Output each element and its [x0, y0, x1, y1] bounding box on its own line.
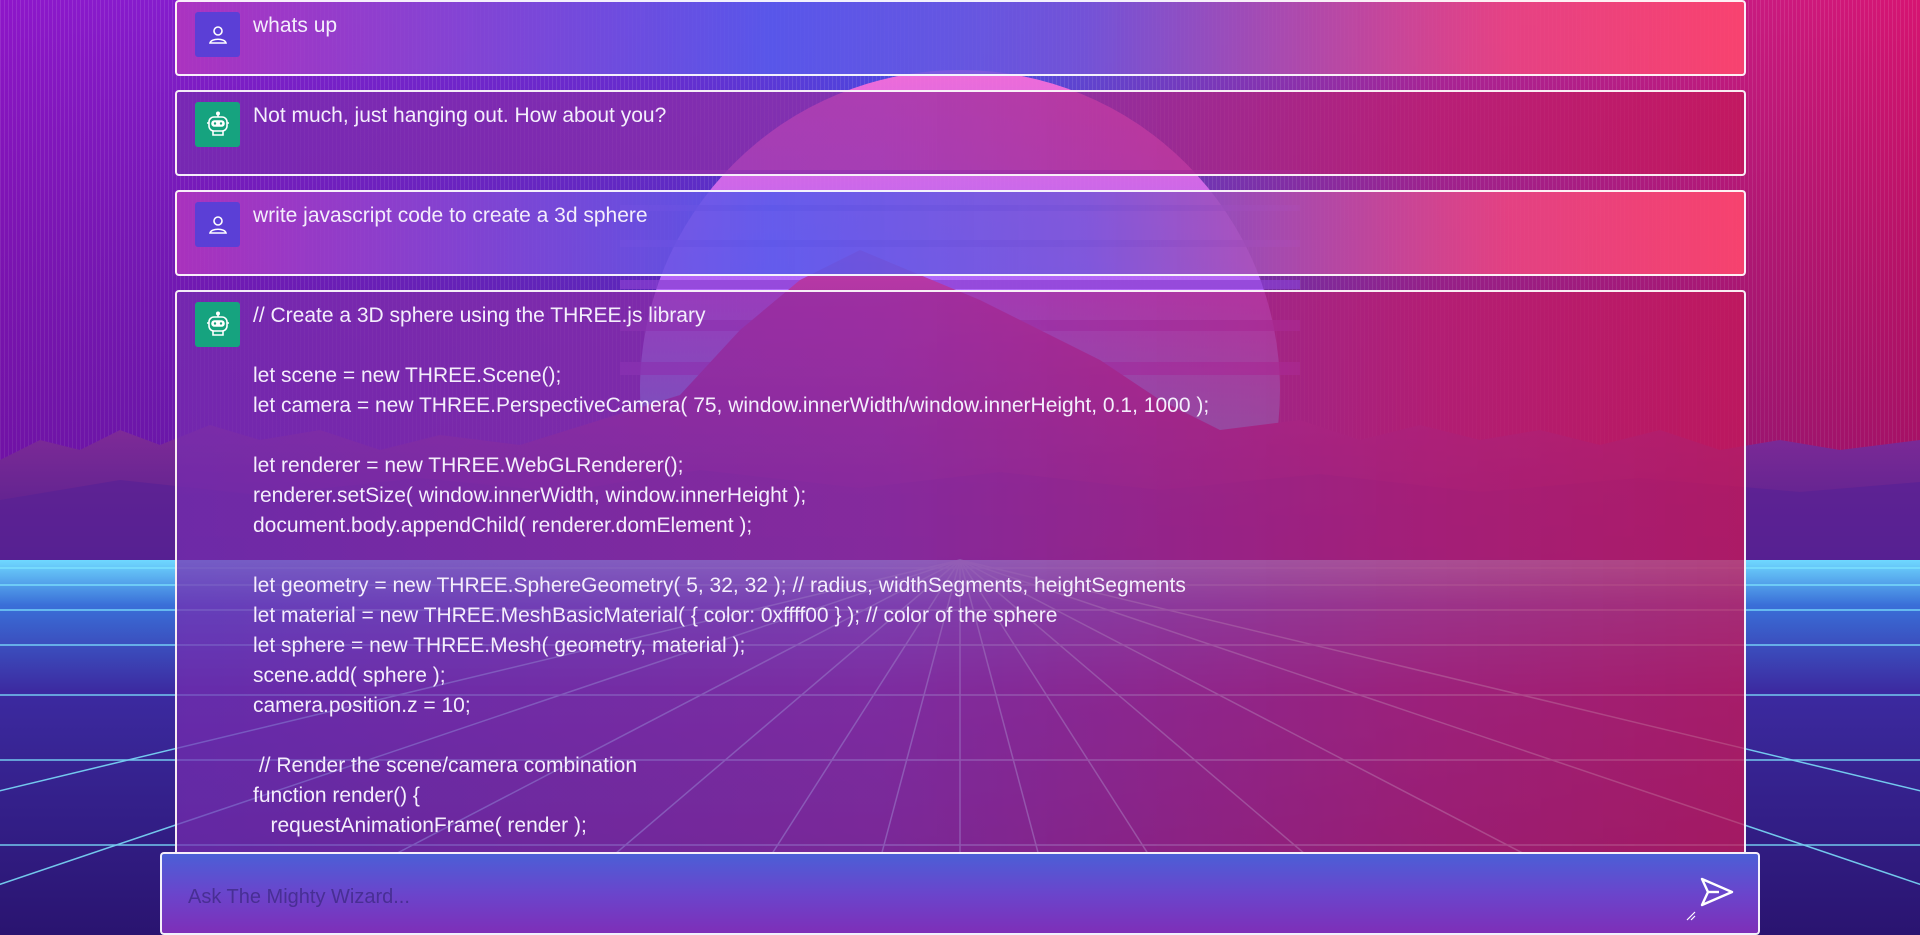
user-avatar: [195, 202, 240, 247]
bot-avatar: [195, 102, 240, 147]
message-text: write javascript code to create a 3d sph…: [253, 204, 648, 227]
robot-icon: [206, 310, 229, 336]
chat-message-user: write javascript code to create a 3d sph…: [175, 190, 1746, 276]
prompt-input[interactable]: [186, 880, 1610, 914]
message-text: whats up: [253, 14, 338, 37]
user-icon: [208, 25, 227, 44]
robot-icon: [206, 110, 229, 136]
code-message-text: // Create a 3D sphere using the THREE.js…: [253, 304, 1210, 837]
chat-page: whats up Not much, just hanging out. How…: [0, 0, 1920, 935]
send-button[interactable]: [1698, 874, 1736, 912]
send-icon: [1700, 877, 1734, 907]
bot-avatar: [195, 302, 240, 347]
user-avatar: [195, 12, 240, 57]
user-icon: [208, 215, 227, 234]
chat-message-user: whats up: [175, 0, 1746, 76]
chat-message-bot: // Create a 3D sphere using the THREE.js…: [175, 290, 1746, 860]
resize-handle-icon[interactable]: [1686, 911, 1696, 921]
message-composer: [160, 852, 1760, 935]
chat-message-bot: Not much, just hanging out. How about yo…: [175, 90, 1746, 176]
message-text: Not much, just hanging out. How about yo…: [253, 104, 667, 127]
